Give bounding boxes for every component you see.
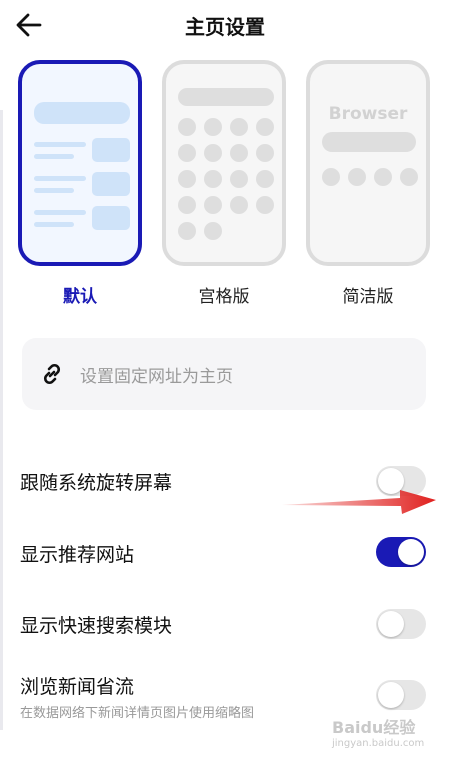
preview-dot	[204, 144, 222, 162]
setting-row-quick-search: 显示快速搜索模块	[0, 606, 450, 646]
preview-dot	[256, 118, 274, 136]
setting-row-recommended: 显示推荐网站	[0, 534, 450, 574]
preview-dot	[178, 170, 196, 188]
theme-grid-label: 宫格版	[198, 287, 250, 307]
preview-line	[34, 188, 74, 193]
preview-dot	[374, 168, 392, 186]
preview-line	[34, 154, 74, 159]
preview-dot	[230, 144, 248, 162]
top-bar: 主页设置	[0, 0, 450, 52]
preview-browser-word: Browser	[328, 104, 408, 124]
news-data-saver-toggle[interactable]	[376, 680, 426, 710]
quick-search-toggle[interactable]	[376, 609, 426, 639]
preview-dot	[230, 118, 248, 136]
preview-thumb	[92, 206, 130, 230]
theme-grid-preview[interactable]	[162, 60, 286, 266]
toggle-knob	[378, 682, 404, 708]
preview-dot	[230, 170, 248, 188]
setting-label: 跟随系统旋转屏幕	[20, 472, 173, 494]
fixed-homepage-url-field[interactable]: 设置固定网址为主页	[22, 338, 426, 410]
page-title: 主页设置	[185, 15, 265, 39]
preview-dot	[204, 222, 222, 240]
theme-simple-label: 简洁版	[342, 287, 394, 307]
theme-simple[interactable]: Browser 简洁版	[306, 60, 430, 307]
preview-line	[34, 176, 86, 181]
preview-dot	[178, 222, 196, 240]
setting-label: 显示推荐网站	[20, 544, 135, 566]
preview-dot	[178, 196, 196, 214]
preview-dot	[256, 196, 274, 214]
link-icon	[43, 363, 61, 385]
preview-dot	[322, 168, 340, 186]
theme-selector: 默认 宫格版 Browser 简洁版	[0, 60, 450, 310]
preview-dot	[256, 170, 274, 188]
theme-default-preview[interactable]	[18, 60, 142, 266]
preview-dot	[204, 170, 222, 188]
toggle-knob	[398, 539, 424, 565]
red-arrow-annotation	[282, 490, 436, 514]
preview-dot	[178, 144, 196, 162]
setting-label: 浏览新闻省流	[20, 676, 135, 698]
watermark-sub: jingyan.baidu.com	[332, 738, 425, 749]
preview-line	[34, 142, 86, 147]
recommended-sites-toggle[interactable]	[376, 537, 426, 567]
preview-dot	[178, 118, 196, 136]
setting-label: 显示快速搜索模块	[20, 615, 173, 637]
preview-search-bar	[178, 88, 274, 106]
theme-default-label: 默认	[63, 287, 97, 307]
preview-line	[34, 222, 74, 227]
baidu-watermark: Baidu经验 jingyan.baidu.com	[330, 708, 445, 754]
setting-description: 在数据网络下新闻详情页图片使用缩略图	[20, 706, 255, 721]
theme-default[interactable]: 默认	[18, 60, 142, 307]
preview-line	[34, 210, 86, 215]
preview-search-bar	[322, 132, 416, 152]
theme-simple-preview[interactable]: Browser	[306, 60, 430, 266]
watermark-main: Baidu经验	[332, 718, 416, 737]
preview-dot	[348, 168, 366, 186]
preview-dot	[204, 196, 222, 214]
preview-dot	[400, 168, 418, 186]
theme-grid[interactable]: 宫格版	[162, 60, 286, 307]
preview-thumb	[92, 172, 130, 196]
preview-thumb	[92, 138, 130, 162]
url-placeholder: 设置固定网址为主页	[80, 367, 233, 387]
preview-dot	[204, 118, 222, 136]
preview-search-bar	[34, 102, 130, 124]
preview-dot	[256, 144, 274, 162]
preview-dot	[230, 196, 248, 214]
toggle-knob	[378, 611, 404, 637]
